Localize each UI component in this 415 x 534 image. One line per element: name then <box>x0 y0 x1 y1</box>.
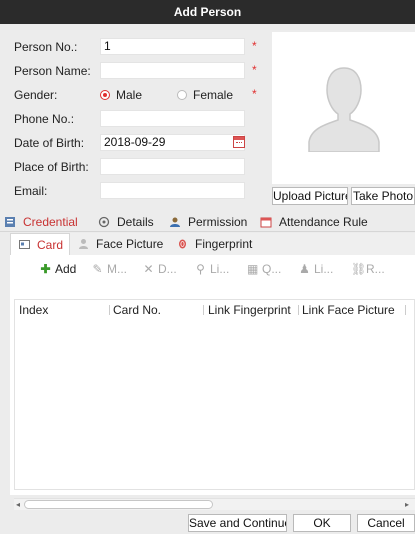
column-link-face-picture[interactable]: Link Face Picture <box>302 303 395 317</box>
card-table: Index Card No. Link Fingerprint Link Fac… <box>14 299 415 490</box>
column-divider[interactable] <box>109 305 110 315</box>
take-photo-button[interactable]: Take Photo <box>351 187 415 205</box>
unlink-label: R... <box>366 262 385 276</box>
person-no-row: Person No.: 1 * <box>14 38 272 56</box>
email-label: Email: <box>14 184 48 198</box>
calendar-icon[interactable] <box>233 136 245 148</box>
edit-icon: ✎ <box>92 262 103 276</box>
tab-card[interactable]: Card <box>10 233 70 255</box>
column-card-no[interactable]: Card No. <box>113 303 161 317</box>
delete-icon: ✕ <box>143 262 154 276</box>
phone-no-label: Phone No.: <box>14 112 75 126</box>
tab-face-picture-label: Face Picture <box>96 237 164 251</box>
dob-row: Date of Birth: 2018-09-29 <box>14 134 272 152</box>
table-header: Index Card No. Link Fingerprint Link Fac… <box>15 300 415 318</box>
dialog-body: Person No.: 1 * Person Name: * Gender: M… <box>0 24 415 534</box>
link-person-label: Li... <box>314 262 334 276</box>
tab-details-label: Details <box>117 215 154 229</box>
modify-label: M... <box>107 262 127 276</box>
unlink-button[interactable]: ⛓R... <box>351 262 385 276</box>
sub-tab-bar: Card Face Picture Fingerprint <box>10 233 415 255</box>
save-and-continue-button[interactable]: Save and Continue <box>188 514 287 532</box>
query-icon: ▦ <box>247 262 259 276</box>
add-button[interactable]: ✚ Add <box>40 262 76 276</box>
link-icon: ⚲ <box>196 262 205 276</box>
tab-fingerprint-label: Fingerprint <box>195 237 253 251</box>
tab-credential[interactable]: Credential <box>4 213 78 231</box>
query-label: Q... <box>262 262 282 276</box>
dialog-title: Add Person <box>0 0 415 24</box>
column-divider[interactable] <box>298 305 299 315</box>
column-index[interactable]: Index <box>19 303 48 317</box>
tab-attendance-rule-label: Attendance Rule <box>279 215 368 229</box>
place-of-birth-field[interactable] <box>100 158 245 175</box>
tab-card-label: Card <box>37 238 64 252</box>
add-label: Add <box>55 262 77 276</box>
upload-picture-button[interactable]: Upload Picture <box>272 187 348 205</box>
column-divider[interactable] <box>405 305 406 315</box>
person-name-field[interactable] <box>100 62 245 79</box>
link-person-icon: ♟ <box>299 262 310 276</box>
unlink-icon: ⛓ <box>351 262 367 276</box>
place-of-birth-row: Place of Birth: <box>14 158 272 176</box>
query-button[interactable]: ▦ Q... <box>247 262 281 276</box>
tab-face-picture[interactable]: Face Picture <box>78 233 163 255</box>
gender-female-label[interactable]: Female <box>193 88 233 102</box>
gender-female-radio[interactable] <box>177 90 187 100</box>
face-icon <box>78 234 89 249</box>
tab-attendance-rule[interactable]: Attendance Rule <box>260 213 368 231</box>
details-icon <box>98 215 110 228</box>
card-icon <box>19 235 30 249</box>
person-silhouette-icon <box>308 67 380 152</box>
column-divider[interactable] <box>203 305 204 315</box>
horizontal-scrollbar[interactable]: ◂ ▸ <box>14 498 415 510</box>
person-name-label: Person Name: <box>14 64 91 78</box>
date-of-birth-label: Date of Birth: <box>14 136 85 150</box>
cancel-button[interactable]: Cancel <box>357 514 415 532</box>
delete-button[interactable]: ✕ D... <box>143 262 177 276</box>
person-form: Person No.: 1 * Person Name: * Gender: M… <box>14 32 272 222</box>
link-label: Li... <box>210 262 230 276</box>
required-marker: * <box>252 39 257 53</box>
phone-no-field[interactable] <box>100 110 245 127</box>
person-no-label: Person No.: <box>14 40 78 54</box>
person-no-field[interactable]: 1 <box>100 38 245 55</box>
plus-icon: ✚ <box>40 262 51 276</box>
gender-row: Gender: Male Female * <box>14 86 272 104</box>
delete-label: D... <box>158 262 177 276</box>
gender-male-label[interactable]: Male <box>116 88 142 102</box>
tab-credential-label: Credential <box>23 215 78 229</box>
phone-row: Phone No.: <box>14 110 272 128</box>
link-person-button[interactable]: ♟ Li... <box>299 262 333 276</box>
tab-fingerprint[interactable]: Fingerprint <box>177 233 252 255</box>
required-marker: * <box>252 87 257 101</box>
person-photo <box>272 32 415 184</box>
scroll-left-icon[interactable]: ◂ <box>16 499 20 510</box>
tab-details[interactable]: Details <box>98 213 154 231</box>
gender-male-radio[interactable] <box>100 90 110 100</box>
tab-permission-label: Permission <box>188 215 248 229</box>
scroll-right-icon[interactable]: ▸ <box>405 499 409 510</box>
modify-button[interactable]: ✎ M... <box>92 262 127 276</box>
required-marker: * <box>252 63 257 77</box>
column-link-fingerprint[interactable]: Link Fingerprint <box>208 303 291 317</box>
date-of-birth-field[interactable]: 2018-09-29 <box>100 134 245 151</box>
gender-label: Gender: <box>14 88 58 102</box>
email-field[interactable] <box>100 182 245 199</box>
permission-icon <box>169 215 181 227</box>
email-row: Email: <box>14 182 272 200</box>
ok-button[interactable]: OK <box>293 514 351 532</box>
tab-permission[interactable]: Permission <box>169 213 247 231</box>
scrollbar-thumb[interactable] <box>24 500 213 509</box>
attendance-icon <box>260 215 272 228</box>
fingerprint-icon <box>177 234 188 249</box>
place-of-birth-label: Place of Birth: <box>14 160 89 174</box>
credential-icon <box>4 215 16 227</box>
main-tab-bar: Credential Details Permission Attendance… <box>0 210 415 232</box>
person-name-row: Person Name: * <box>14 62 272 80</box>
card-toolbar: ✚ Add ✎ M... ✕ D... ⚲ Li... ▦ Q... ♟ Li... ⛓R.… <box>10 255 415 281</box>
link-button[interactable]: ⚲ Li... <box>195 262 229 276</box>
